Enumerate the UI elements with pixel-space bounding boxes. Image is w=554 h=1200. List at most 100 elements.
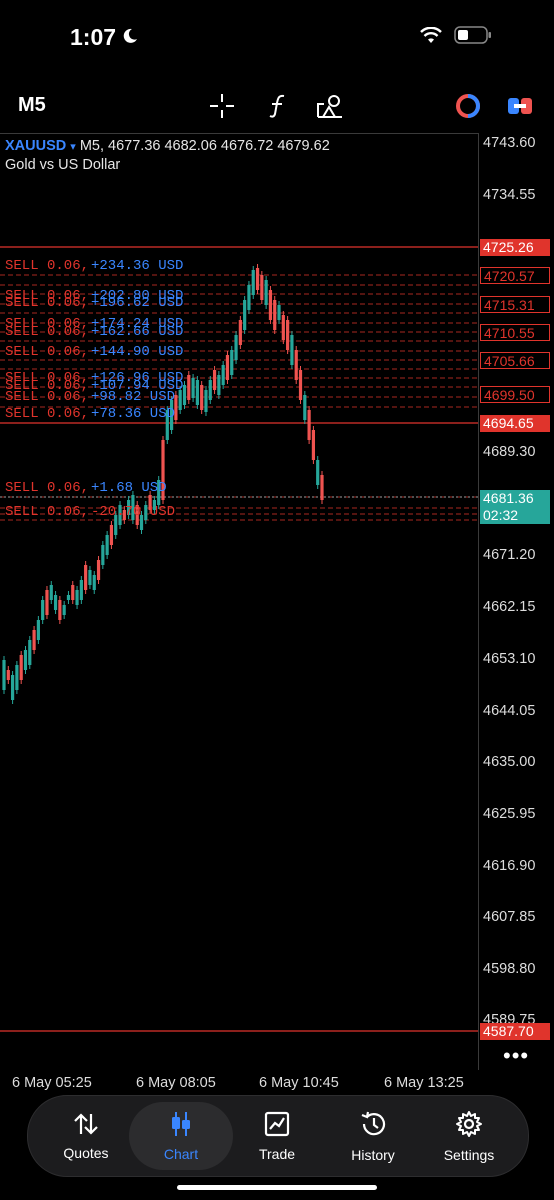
crosshair-icon[interactable] bbox=[206, 90, 238, 122]
price-scale-label: 4653.10 bbox=[483, 651, 536, 667]
candle-body bbox=[251, 270, 255, 295]
order-label[interactable]: SELL 0.06, bbox=[5, 344, 89, 360]
order-profit: +162.66 USD bbox=[91, 324, 184, 340]
function-icon[interactable] bbox=[262, 90, 294, 122]
candle-body bbox=[28, 640, 32, 665]
battery-icon bbox=[454, 26, 492, 49]
candle-body bbox=[247, 285, 251, 310]
one-click-trade-icon[interactable] bbox=[504, 90, 536, 122]
price-scale-label: 4662.15 bbox=[483, 599, 536, 615]
candle-body bbox=[66, 595, 71, 600]
tab-label: History bbox=[351, 1146, 395, 1163]
history-clock-icon bbox=[359, 1110, 387, 1141]
candle-body bbox=[75, 590, 79, 605]
moon-icon bbox=[122, 28, 138, 49]
order-label[interactable]: SELL 0.06, bbox=[5, 324, 89, 340]
tab-chart[interactable]: Chart bbox=[129, 1102, 233, 1170]
candle-body bbox=[234, 335, 238, 360]
signal-circle-icon[interactable] bbox=[452, 90, 484, 122]
order-price-tag: 4699.50 bbox=[480, 386, 550, 403]
symbol-dropdown-icon[interactable]: ▾ bbox=[70, 141, 76, 153]
status-bar: 1:07 bbox=[0, 0, 554, 80]
sort-arrows-icon bbox=[72, 1112, 100, 1139]
candle-body bbox=[316, 460, 320, 485]
candle-body bbox=[303, 395, 307, 420]
more-dots-icon[interactable]: ••• bbox=[503, 1043, 529, 1069]
order-price-tag: 4710.55 bbox=[480, 324, 550, 341]
time-label: 6 May 10:45 bbox=[259, 1075, 339, 1091]
candle-body bbox=[204, 390, 208, 412]
order-price-tag: 4587.70 bbox=[480, 1023, 550, 1040]
price-scale-label: 4598.80 bbox=[483, 961, 536, 977]
candle-body bbox=[84, 565, 88, 590]
candle-body bbox=[23, 650, 28, 670]
bar-countdown: 02:32 bbox=[483, 507, 519, 523]
tab-label: Quotes bbox=[63, 1144, 109, 1161]
candle-body bbox=[268, 290, 273, 320]
candle-body bbox=[32, 630, 36, 650]
candle-body bbox=[10, 675, 15, 700]
trend-chart-icon bbox=[264, 1111, 290, 1140]
candle-body bbox=[264, 280, 268, 305]
shapes-icon[interactable] bbox=[314, 90, 346, 122]
price-scale-label: 4625.95 bbox=[483, 806, 536, 822]
candle-body bbox=[208, 380, 212, 400]
candle-body bbox=[311, 430, 316, 460]
candle-body bbox=[88, 570, 92, 585]
ohlc-readout: M5, 4677.36 4682.06 4676.72 4679.62 bbox=[79, 138, 330, 154]
candle-body bbox=[273, 300, 277, 330]
candle-body bbox=[298, 370, 303, 400]
candle-body bbox=[19, 655, 23, 680]
price-scale-label: 4616.90 bbox=[483, 858, 536, 874]
candle-body bbox=[225, 355, 230, 380]
tab-label: Trade bbox=[258, 1145, 296, 1162]
candle-body bbox=[49, 585, 53, 600]
order-label[interactable]: SELL 0.06, bbox=[5, 295, 89, 311]
tab-quotes[interactable]: Quotes bbox=[38, 1096, 134, 1176]
price-scale-label: 4671.20 bbox=[483, 547, 536, 563]
order-profit: +234.36 USD bbox=[91, 258, 184, 274]
home-indicator bbox=[177, 1185, 377, 1190]
candle-body bbox=[15, 665, 19, 690]
candle-body bbox=[290, 335, 294, 365]
order-label[interactable]: SELL 0.06, bbox=[5, 480, 89, 496]
order-price-tag: 4715.31 bbox=[480, 296, 550, 313]
symbol-header: XAUUSD ▾ M5, 4677.36 4682.06 4676.72 467… bbox=[5, 138, 330, 154]
order-profit: +196.62 USD bbox=[91, 295, 184, 311]
time-label: 6 May 13:25 bbox=[384, 1075, 464, 1091]
order-label[interactable]: SELL 0.06, bbox=[5, 389, 89, 405]
candle-body bbox=[79, 580, 83, 600]
order-profit: +1.68 USD bbox=[91, 480, 167, 496]
candle-body bbox=[195, 380, 199, 405]
candle-body bbox=[71, 585, 75, 600]
candle-body bbox=[187, 375, 191, 400]
status-time: 1:07 bbox=[70, 24, 117, 50]
tab-history[interactable]: History bbox=[325, 1096, 421, 1176]
tab-trade[interactable]: Trade bbox=[229, 1096, 325, 1176]
price-scale-label: 4607.85 bbox=[483, 909, 536, 925]
candle-body bbox=[277, 305, 281, 320]
candle-body bbox=[53, 595, 58, 610]
candle-body bbox=[41, 600, 45, 620]
price-scale-label: 4635.00 bbox=[483, 754, 536, 770]
candle-body bbox=[2, 660, 6, 690]
order-label[interactable]: SELL 0.06, bbox=[5, 504, 89, 520]
order-label[interactable]: SELL 0.06, bbox=[5, 258, 89, 274]
price-scale-label: 4734.55 bbox=[483, 187, 536, 203]
candle-body bbox=[320, 475, 324, 500]
order-label[interactable]: SELL 0.06, bbox=[5, 406, 89, 422]
timeframe-button[interactable]: M5 bbox=[18, 94, 46, 117]
candle-body bbox=[286, 320, 290, 350]
current-price: 4681.36 bbox=[483, 490, 534, 506]
tab-bar: Quotes Chart Trade History Settings bbox=[27, 1095, 529, 1177]
order-profit: +78.36 USD bbox=[91, 406, 176, 422]
candle-body bbox=[109, 525, 114, 545]
time-label: 6 May 08:05 bbox=[136, 1075, 216, 1091]
candle-body bbox=[255, 268, 260, 290]
symbol-selector[interactable]: XAUUSD bbox=[5, 138, 66, 154]
price-scale-label: 4689.30 bbox=[483, 444, 536, 460]
order-price-tag: 4705.66 bbox=[480, 352, 550, 369]
candle-body bbox=[58, 600, 62, 620]
candle-body bbox=[36, 620, 40, 640]
tab-settings[interactable]: Settings bbox=[421, 1096, 517, 1176]
